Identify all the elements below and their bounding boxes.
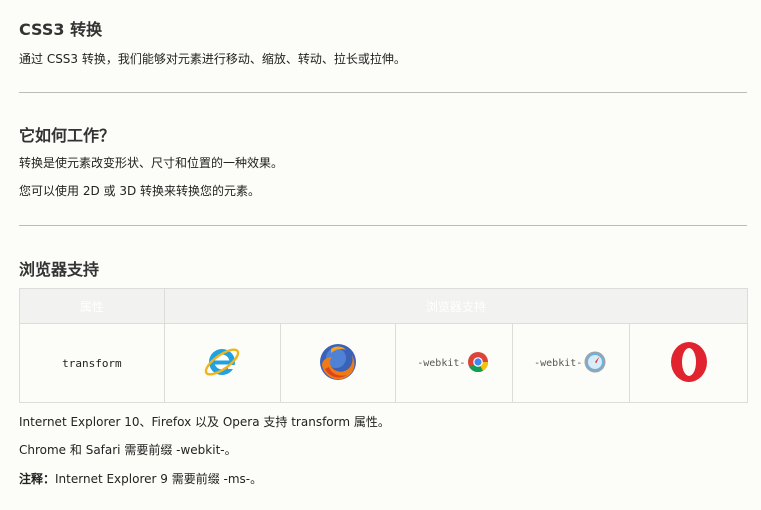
chrome-prefix-text: -webkit- bbox=[417, 357, 466, 369]
browser-cell-safari: -webkit- bbox=[512, 323, 631, 403]
internet-explorer-icon bbox=[201, 341, 243, 386]
header-browser-support: 浏览器支持 bbox=[163, 288, 749, 324]
support-note-1: Internet Explorer 10、Firefox 以及 Opera 支持… bbox=[19, 415, 390, 429]
how-it-works-line-1: 转换是使元素改变形状、尺寸和位置的一种效果。 bbox=[19, 156, 284, 170]
page: CSS3 转换 通过 CSS3 转换，我们能够对元素进行移动、缩放、转动、拉长或… bbox=[0, 0, 761, 510]
header-property: 属性 bbox=[19, 288, 165, 324]
browser-cell-firefox bbox=[279, 323, 397, 403]
property-name: transform bbox=[62, 357, 122, 370]
browser-cell-ie bbox=[163, 323, 281, 403]
divider bbox=[19, 225, 747, 226]
section-title-browser-support: 浏览器支持 bbox=[19, 260, 100, 279]
section-title-how-it-works: 它如何工作？ bbox=[19, 126, 116, 145]
browser-cell-opera bbox=[629, 323, 748, 403]
chrome-icon bbox=[465, 350, 491, 377]
browser-support-table: 属性 浏览器支持 transform -webkit- -webkit- bbox=[19, 288, 749, 403]
note-label: 注释： bbox=[19, 472, 56, 486]
opera-icon bbox=[668, 341, 710, 386]
browser-cell-chrome: -webkit- bbox=[395, 323, 514, 403]
safari-icon bbox=[582, 350, 608, 377]
table-header-row: 属性 浏览器支持 bbox=[19, 288, 749, 324]
note-text: Internet Explorer 9 需要前缀 -ms-。 bbox=[55, 472, 263, 486]
divider bbox=[19, 92, 747, 93]
table-row: transform -webkit- -webkit- bbox=[19, 323, 748, 403]
property-cell: transform bbox=[19, 323, 165, 403]
section-title-css3-transforms: CSS3 转换 bbox=[19, 20, 103, 39]
safari-prefix-text: -webkit- bbox=[534, 357, 583, 369]
how-it-works-line-2: 您可以使用 2D 或 3D 转换来转换您的元素。 bbox=[19, 184, 261, 198]
support-note-3: 注释：Internet Explorer 9 需要前缀 -ms-。 bbox=[19, 470, 262, 487]
safari-prefix: -webkit- bbox=[534, 350, 608, 377]
firefox-icon bbox=[317, 341, 359, 386]
support-note-2: Chrome 和 Safari 需要前缀 -webkit-。 bbox=[19, 443, 237, 457]
intro-text: 通过 CSS3 转换，我们能够对元素进行移动、缩放、转动、拉长或拉伸。 bbox=[19, 52, 406, 66]
chrome-prefix: -webkit- bbox=[417, 350, 491, 377]
